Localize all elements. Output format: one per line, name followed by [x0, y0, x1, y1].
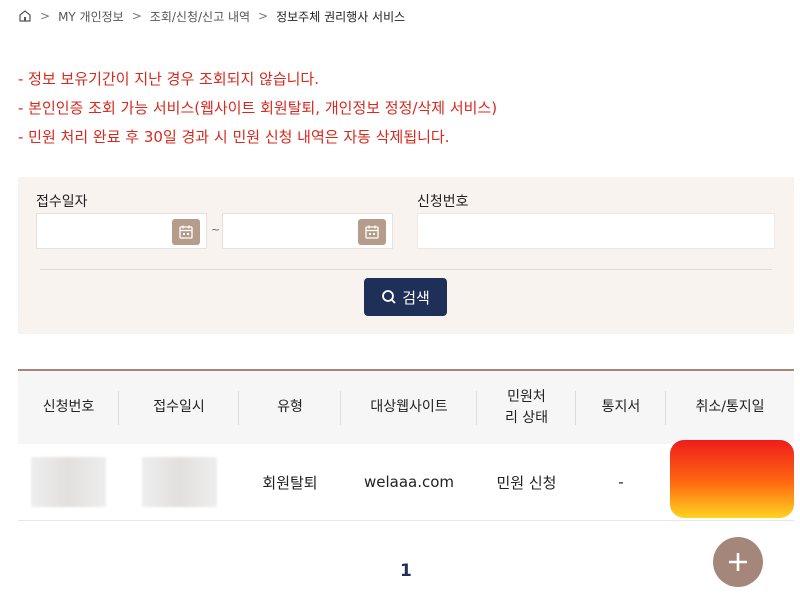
calendar-icon[interactable]	[358, 219, 386, 245]
pagination-current-page[interactable]: 1	[400, 561, 412, 581]
column-header: 접수일시	[119, 371, 239, 444]
redacted-value	[141, 457, 217, 507]
breadcrumb-item-history[interactable]: 조회/신청/신고 내역	[150, 8, 250, 25]
date-range-separator: ~	[211, 223, 221, 236]
application-number-label: 신청번호	[417, 194, 469, 210]
breadcrumb: > MY 개인정보 > 조회/신청/신고 내역 > 정보주체 권리행사 서비스	[18, 6, 405, 26]
notice-item: - 본인인증 조회 가능 서비스(웹사이트 회원탈퇴, 개인정보 정정/삭제 서…	[18, 99, 498, 117]
calendar-icon[interactable]	[172, 219, 200, 245]
search-icon	[382, 290, 396, 304]
received-at-cell	[119, 444, 239, 520]
chevron-right-icon: >	[40, 9, 51, 23]
home-icon[interactable]	[18, 9, 32, 23]
application-number-input[interactable]	[417, 213, 775, 249]
plus-icon	[729, 553, 747, 571]
column-header: 민원처리 상태	[477, 371, 576, 444]
chevron-right-icon: >	[131, 9, 142, 23]
search-button[interactable]: 검색	[364, 278, 447, 316]
start-date-input[interactable]	[36, 213, 207, 249]
notice-item: - 민원 처리 완료 후 30일 경과 시 민원 신청 내역은 자동 삭제됩니다…	[18, 128, 450, 146]
notice-cell: -	[618, 473, 624, 491]
search-button-label: 검색	[402, 288, 430, 307]
column-header: 취소/통지일	[695, 399, 765, 415]
column-header: 대상웹사이트	[341, 371, 477, 444]
notice-list: - 정보 보유기간이 지난 경우 조회되지 않습니다. - 본인인증 조회 가능…	[18, 68, 497, 155]
divider	[40, 269, 772, 270]
breadcrumb-item-my-info[interactable]: MY 개인정보	[58, 8, 124, 25]
status-cell: 민원 신청	[496, 473, 557, 492]
column-header: 신청번호	[18, 371, 119, 444]
highlight-frame	[670, 440, 794, 518]
column-header: 유형	[239, 371, 341, 444]
application-number-cell	[18, 444, 119, 520]
breadcrumb-item-current: 정보주체 권리행사 서비스	[276, 9, 406, 24]
chevron-right-icon: >	[258, 9, 269, 23]
type-cell: 회원탈퇴	[262, 473, 318, 492]
end-date-input[interactable]	[222, 213, 393, 249]
redacted-value	[31, 457, 106, 507]
plus-button[interactable]	[713, 537, 763, 587]
column-header: 통지서	[576, 371, 666, 444]
notice-item: - 정보 보유기간이 지난 경우 조회되지 않습니다.	[18, 70, 319, 88]
target-site-cell: welaaa.com	[363, 473, 455, 491]
search-panel: 접수일자 ~ 신청번호 검색	[18, 177, 794, 334]
table-header: 신청번호 접수일시 유형 대상웹사이트 민원처리 상태 통지서 취소/통지일	[18, 369, 794, 444]
date-label: 접수일자	[36, 194, 88, 210]
